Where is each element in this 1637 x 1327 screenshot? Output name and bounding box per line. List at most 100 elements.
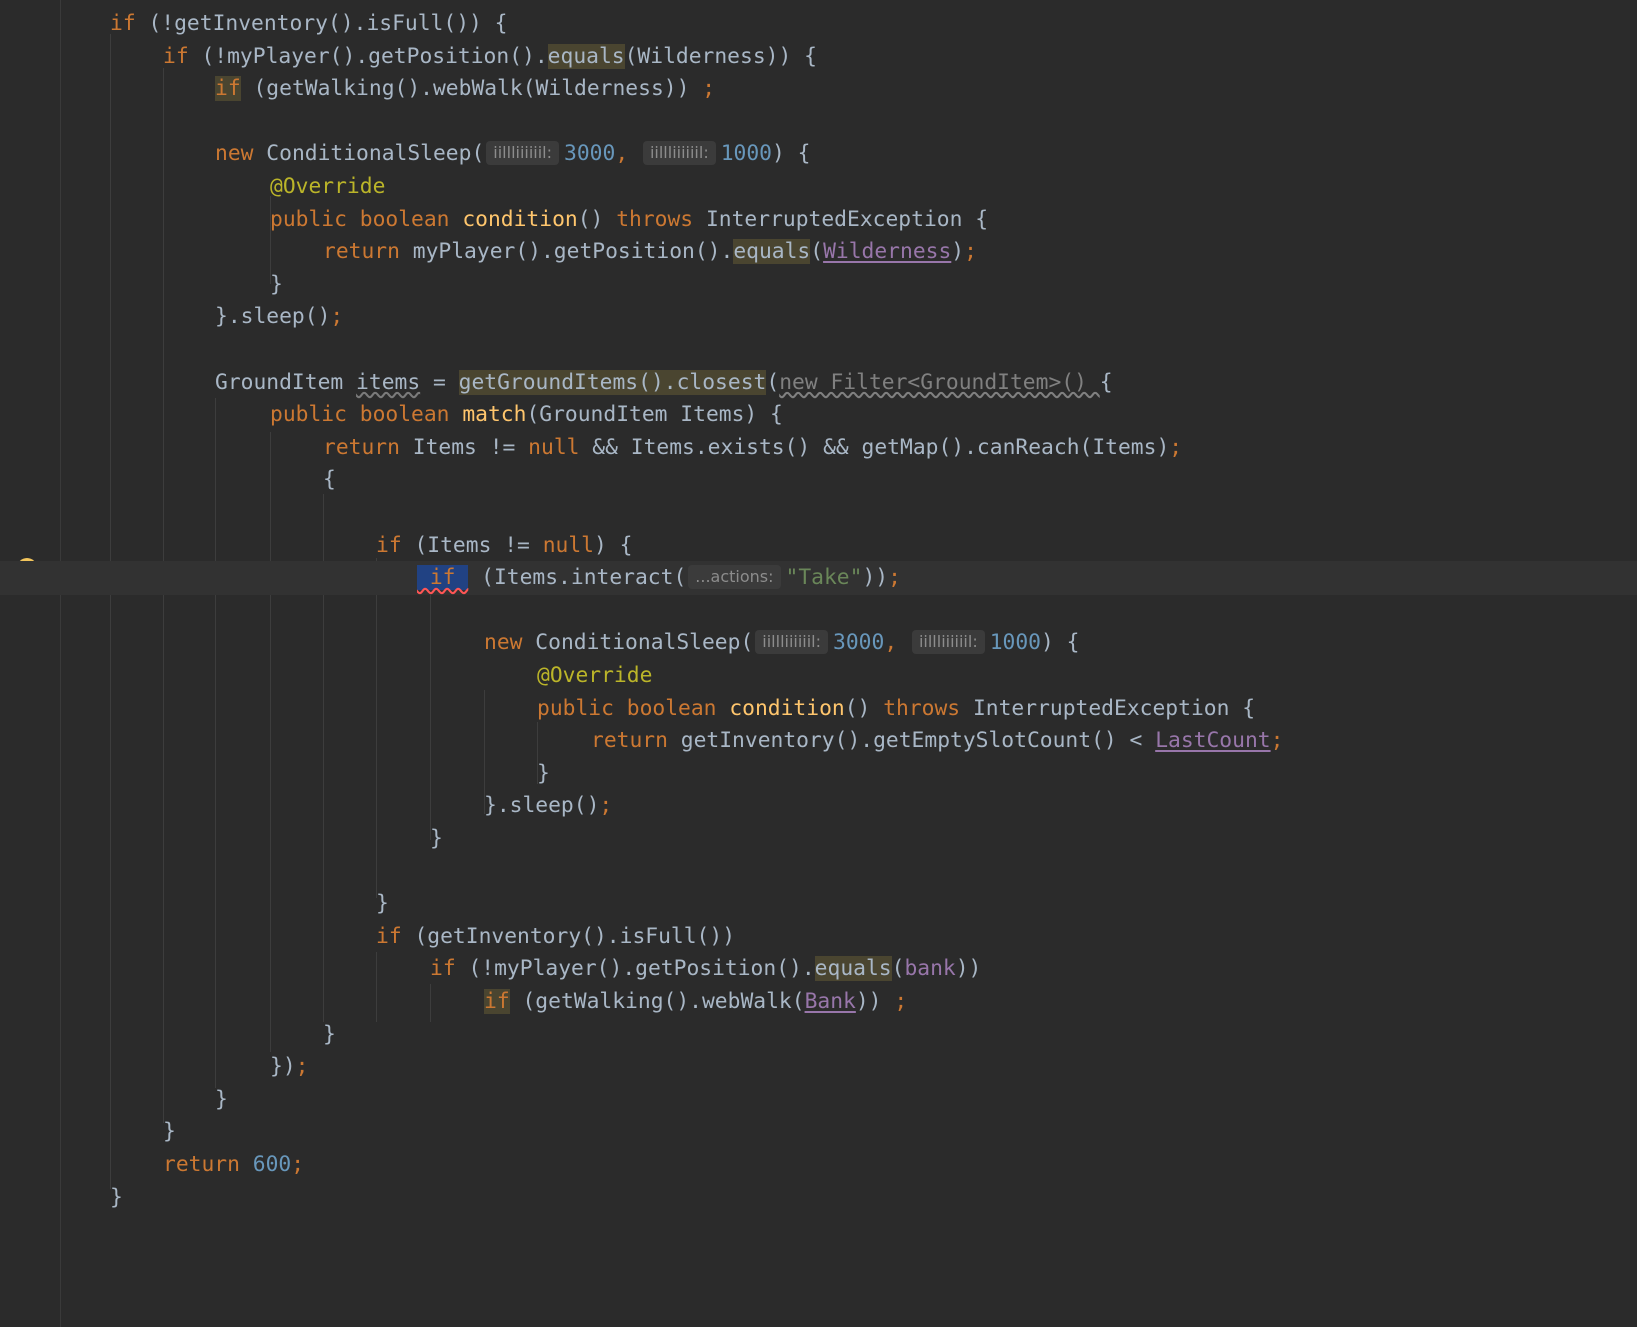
code-token: bank	[904, 956, 956, 982]
parameter-hint: iillliiiiiil:	[755, 630, 829, 655]
code-token: if	[430, 956, 469, 982]
code-token: ;	[291, 1152, 305, 1177]
code-line[interactable]	[60, 594, 1637, 628]
code-token: ,	[884, 630, 910, 656]
code-line[interactable]: return myPlayer().getPosition().equals(W…	[60, 235, 1637, 269]
code-token: if	[110, 11, 149, 36]
code-line[interactable]: public boolean condition() throws Interr…	[60, 203, 1637, 237]
code-line[interactable]: });	[60, 1050, 1637, 1084]
code-token: }	[537, 760, 550, 786]
code-line[interactable]	[60, 855, 1637, 889]
code-token: ) {	[593, 532, 633, 558]
code-token: =	[420, 369, 459, 395]
code-line[interactable]: if (!myPlayer().getPosition().equals(Wil…	[60, 40, 1637, 74]
code-line[interactable]: @Override	[60, 170, 1637, 204]
code-token: Items !=	[412, 434, 529, 460]
code-token: }.sleep()	[215, 304, 331, 330]
code-token: }	[323, 1021, 336, 1047]
code-token: return	[591, 728, 681, 754]
code-line[interactable]: }	[60, 1181, 1637, 1215]
code-token: equals	[733, 239, 811, 265]
code-line[interactable]: return 600;	[60, 1148, 1637, 1182]
code-token: ))	[862, 565, 889, 591]
code-token: (	[766, 369, 780, 395]
code-token: )	[951, 239, 965, 265]
code-token: throws	[616, 206, 706, 232]
code-token: equals	[547, 43, 625, 69]
code-token: (	[810, 239, 824, 265]
code-token: condition	[729, 695, 845, 721]
code-line[interactable]: }	[60, 757, 1637, 791]
code-token: ))	[855, 989, 895, 1014]
parameter-hint: ...actions:	[688, 565, 781, 590]
code-token: 600	[252, 1152, 292, 1177]
code-token: public boolean	[270, 402, 463, 428]
code-line[interactable]: }	[60, 1018, 1637, 1052]
code-token: ;	[1169, 434, 1183, 460]
code-token: @Override	[270, 174, 386, 199]
code-line[interactable]: }	[60, 1115, 1637, 1149]
code-line[interactable]: return Items != null && Items.exists() &…	[60, 431, 1637, 465]
code-line[interactable]: return getInventory().getEmptySlotCount(…	[60, 724, 1637, 758]
code-line[interactable]: public boolean match(GroundItem Items) {	[60, 398, 1637, 432]
code-token: @Override	[537, 663, 653, 688]
code-token: }	[163, 1119, 176, 1145]
code-line[interactable]: public boolean condition() throws Interr…	[60, 692, 1637, 726]
code-line[interactable]: }	[60, 887, 1637, 921]
code-token: (getWalking().webWalk(	[509, 989, 805, 1014]
code-token: return	[323, 434, 413, 460]
parameter-hint: iillliiiiiil:	[911, 630, 985, 655]
code-token: public boolean	[537, 695, 730, 721]
code-line[interactable]: new ConditionalSleep(iillliiiiiil: 3000, …	[60, 626, 1637, 660]
code-token: {	[1099, 369, 1113, 395]
code-line[interactable]: GroundItem items = getGroundItems().clos…	[60, 366, 1637, 400]
code-token: ;	[964, 239, 977, 265]
code-token: ()	[844, 695, 884, 721]
code-token: return	[163, 1152, 253, 1177]
code-token: getInventory().getEmptySlotCount() <	[680, 728, 1156, 754]
code-token: "Take"	[785, 565, 863, 591]
code-token: }	[430, 826, 443, 851]
code-token: if	[215, 76, 241, 102]
code-line[interactable]: if (Items != null) {	[60, 529, 1637, 563]
code-token: (!myPlayer().getPosition().	[201, 43, 548, 69]
code-line[interactable]	[60, 333, 1637, 367]
code-token: (	[891, 956, 905, 982]
code-line[interactable]: @Override	[60, 659, 1637, 693]
code-area[interactable]: if (!getInventory().isFull()) {if (!myPl…	[0, 0, 1637, 1327]
code-token: LastCount	[1155, 728, 1271, 754]
code-token: condition	[462, 206, 578, 232]
code-token: ,	[615, 141, 641, 167]
code-line[interactable]: if (getWalking().webWalk(Wilderness)) ;	[60, 72, 1637, 106]
code-token: GroundItem	[215, 369, 357, 395]
code-line[interactable]: }.sleep();	[60, 789, 1637, 823]
code-token: 3000	[564, 141, 616, 167]
code-line[interactable]: }.sleep();	[60, 300, 1637, 334]
code-token: ConditionalSleep(	[266, 141, 485, 167]
code-line[interactable]: if (!getInventory().isFull()) {	[60, 7, 1637, 41]
code-line[interactable]: }	[60, 268, 1637, 302]
code-token: })	[270, 1054, 296, 1080]
code-line[interactable]	[60, 105, 1637, 139]
code-token: ;	[894, 989, 908, 1014]
code-token: equals	[814, 956, 892, 982]
code-token: match	[462, 402, 527, 428]
code-token: return	[323, 239, 413, 265]
code-token: (getWalking().webWalk(Wilderness))	[240, 76, 703, 102]
code-token: ()	[577, 206, 617, 232]
code-line[interactable]: if (!myPlayer().getPosition().equals(ban…	[60, 952, 1637, 986]
code-line[interactable]: if (getInventory().isFull())	[60, 920, 1637, 954]
code-token: (Wilderness)) {	[624, 43, 817, 69]
code-token: }	[215, 1086, 228, 1112]
editor-gutter	[0, 0, 61, 1327]
code-line[interactable]: if (getWalking().webWalk(Bank)) ;	[60, 985, 1637, 1019]
code-token: throws	[883, 695, 973, 721]
code-editor[interactable]: if (!getInventory().isFull()) {if (!myPl…	[0, 0, 1637, 1327]
code-line[interactable]: new ConditionalSleep(iillliiiiiil: 3000, …	[60, 137, 1637, 171]
code-line[interactable]	[60, 496, 1637, 530]
code-line[interactable]: }	[60, 1083, 1637, 1117]
code-token: (Items !=	[414, 532, 543, 558]
code-line-current[interactable]: if (Items.interact(...actions: "Take"));	[0, 561, 1637, 596]
code-line[interactable]: {	[60, 463, 1637, 497]
code-line[interactable]: }	[60, 822, 1637, 856]
